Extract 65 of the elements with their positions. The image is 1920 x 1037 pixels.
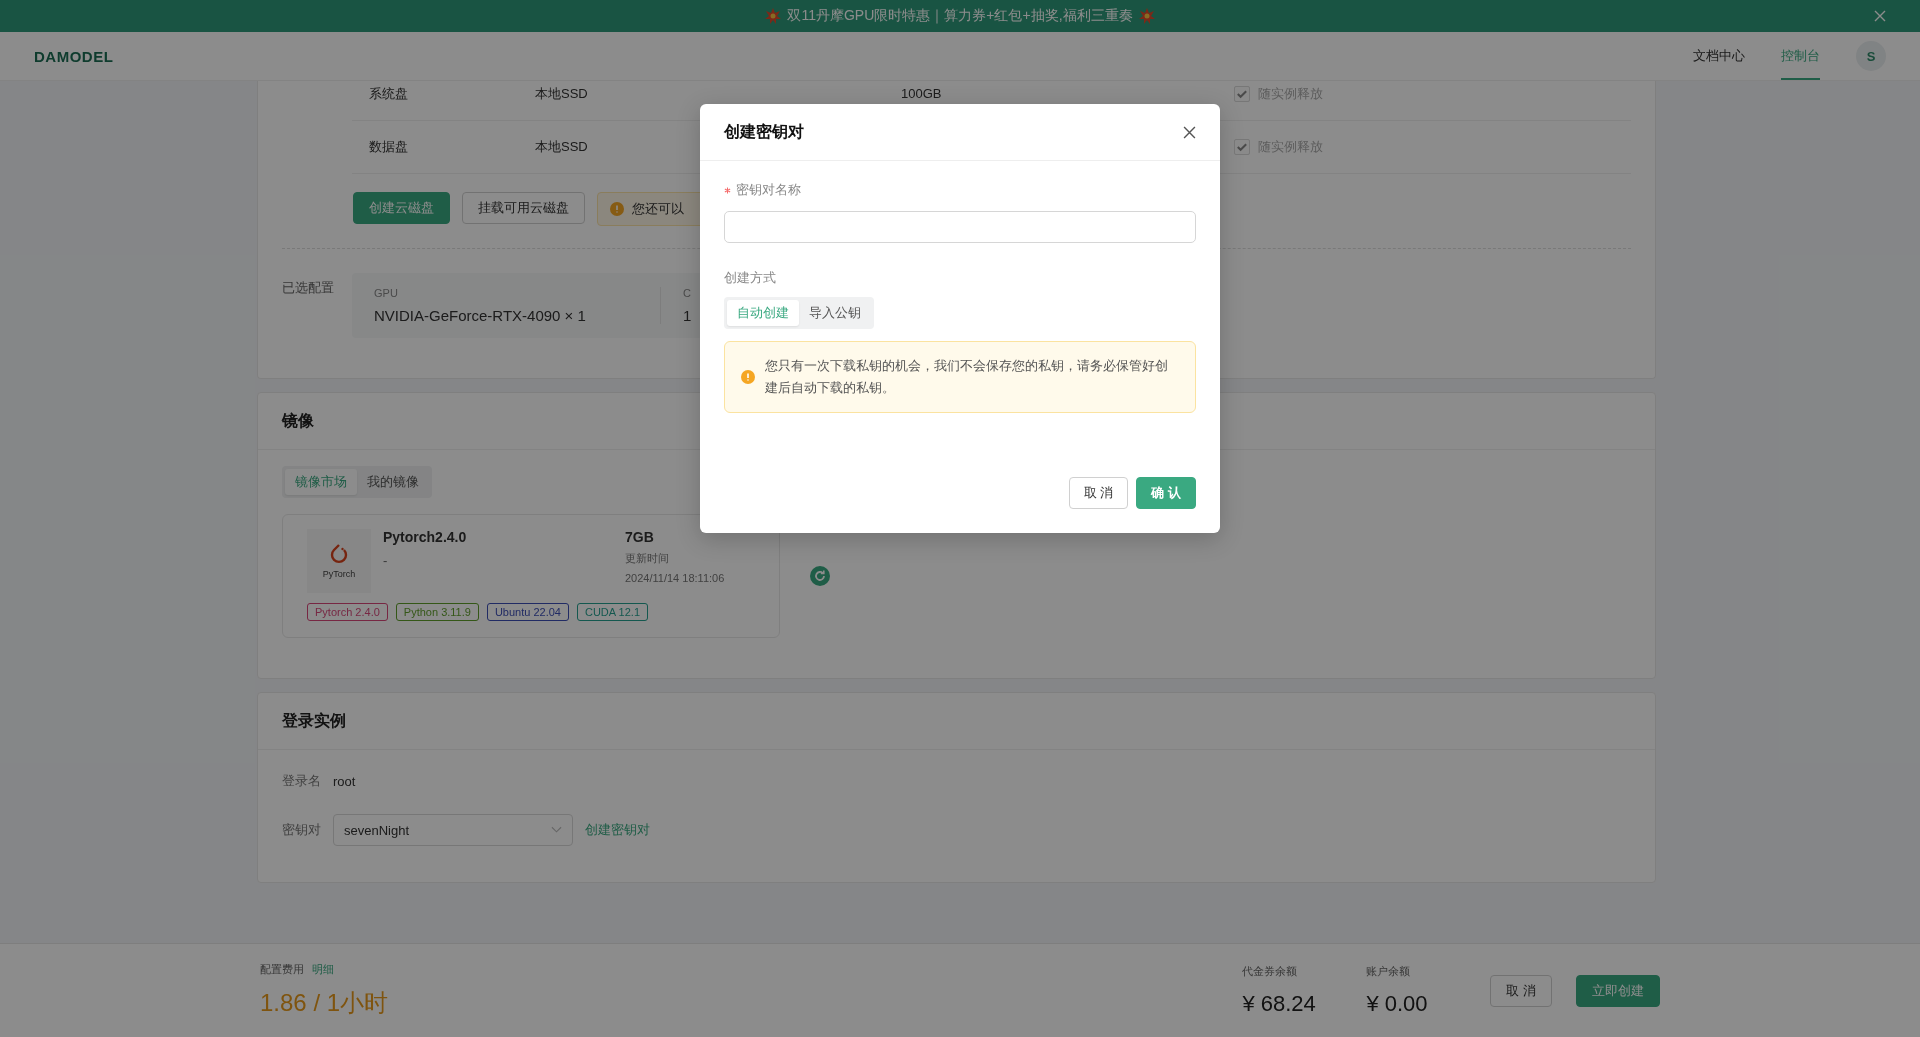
login-name: root [333, 773, 356, 789]
price-text: 1.86 / 1小时 [260, 988, 389, 1018]
warning-icon [741, 370, 755, 384]
disk-button[interactable]: 创建云磁盘 [353, 192, 450, 224]
method-tab[interactable]: 导入公钥 [799, 300, 871, 326]
user-avatar[interactable]: S [1856, 41, 1886, 71]
disk-name: 系统盘 [369, 85, 409, 103]
chevron-down-icon [551, 826, 562, 834]
disk-type: 本地SSD [535, 138, 589, 156]
image-description: - [383, 553, 389, 568]
release-checkbox[interactable] [1234, 86, 1250, 102]
create-keypair-link[interactable]: 创建密钥对 [585, 821, 650, 839]
disk-type: 本地SSD [535, 85, 589, 103]
nav-link[interactable]: 文档中心 [1693, 32, 1745, 80]
logo-text[interactable]: DAMODEL [34, 47, 114, 65]
field-label: 创建方式 [724, 269, 777, 287]
dialog-button[interactable]: 确 认 [1136, 477, 1196, 509]
warning-icon [610, 202, 624, 216]
detail-link[interactable]: 明细 [312, 962, 334, 977]
keypair-name-input[interactable] [724, 211, 1196, 243]
image-tag: Pytorch 2.4.0 [307, 603, 388, 621]
section-title: 登录实例 [282, 710, 346, 731]
disk-size: 100GB [901, 86, 942, 101]
alert-text: 您只有一次下载私钥的机会，我们不会保存您的私钥，请务必保管好创建后自动下载的私钥。 [765, 357, 1169, 397]
field-label: 密钥对 [282, 821, 321, 839]
voucher-amount: ¥ 68.24 [1242, 991, 1317, 1017]
field-label: 登录名 [282, 772, 321, 790]
image-tag: Ubuntu 22.04 [486, 603, 569, 621]
config-value: 1 [683, 307, 692, 324]
dialog-title: 创建密钥对 [724, 121, 804, 142]
footer-button[interactable]: 取 消 [1490, 974, 1552, 1007]
disk-name: 数据盘 [369, 138, 409, 156]
cost-label: 配置费用 [260, 962, 304, 977]
flame-icon [329, 543, 349, 566]
keypair-select[interactable]: sevenNight [333, 814, 573, 846]
config-label: C [683, 287, 691, 299]
refresh-icon[interactable] [810, 566, 830, 586]
nav-link[interactable]: 控制台 [1781, 32, 1820, 80]
dialog-button[interactable]: 取 消 [1068, 477, 1129, 509]
method-tab[interactable]: 自动创建 [727, 300, 799, 326]
burst-icon [1138, 8, 1155, 24]
close-icon[interactable] [1183, 125, 1196, 139]
image-tab[interactable]: 镜像市场 [285, 469, 357, 495]
image-tag: Python 3.11.9 [395, 603, 479, 621]
config-label: GPU [374, 287, 398, 299]
image-size: 7GB [625, 529, 655, 545]
disk-button[interactable]: 挂载可用云磁盘 [462, 192, 585, 224]
logo-text: PyTorch [322, 568, 356, 579]
footer-button[interactable]: 立即创建 [1576, 974, 1660, 1007]
balance-label: 账户余额 [1366, 964, 1412, 979]
promo-text[interactable]: 双11丹摩GPU限时特惠｜算力券+红包+抽奖,福利三重奏 [787, 7, 1133, 25]
release-checkbox[interactable] [1234, 139, 1250, 155]
updated-label: 更新时间 [625, 551, 670, 566]
notice-text: 您还可以 [632, 200, 684, 218]
burst-icon [765, 8, 782, 24]
section-title: 镜像 [282, 410, 314, 431]
field-label: 密钥对名称 [736, 181, 801, 199]
balance-amount: ¥ 0.00 [1366, 991, 1429, 1017]
image-name: Pytorch2.4.0 [383, 529, 468, 545]
updated-time: 2024/11/14 18:11:06 [625, 572, 725, 584]
field-label: 已选配置 [282, 279, 335, 297]
image-tab[interactable]: 我的镜像 [357, 469, 429, 495]
config-value: NVIDIA-GeForce-RTX-4090 × 1 [374, 307, 586, 324]
image-tag: CUDA 12.1 [576, 603, 648, 621]
voucher-label: 代金券余额 [1242, 964, 1299, 979]
